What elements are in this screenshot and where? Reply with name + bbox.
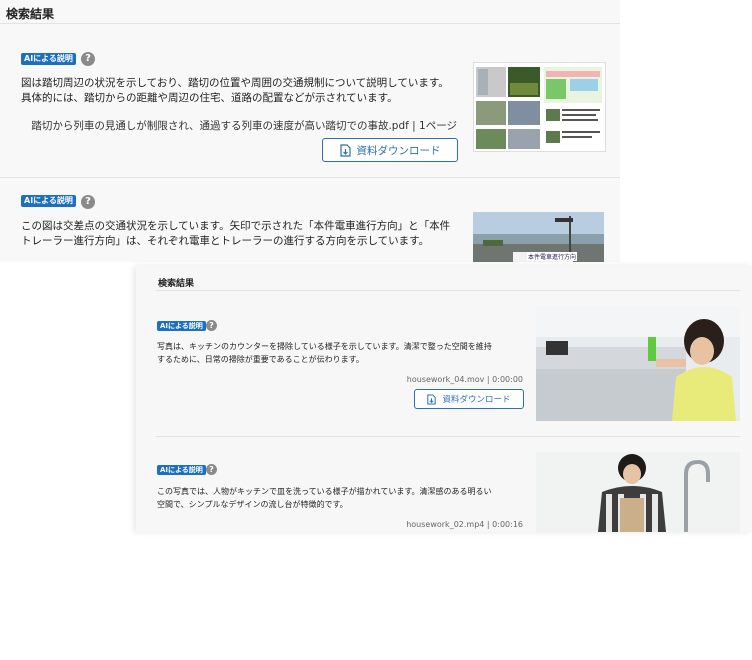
result-file-meta[interactable]: housework_04.mov | 0:00:00: [336, 375, 523, 384]
question-circle-icon[interactable]: ?: [206, 320, 217, 331]
description-line: 図は踏切周辺の状況を示しており、踏切の位置や周囲の交通規制について説明しています…: [21, 77, 449, 89]
divider: [0, 177, 620, 178]
result-file-meta[interactable]: 踏切から列車の見通しが制限され、通過する列車の速度が高い踏切での事故.pdf |…: [20, 118, 457, 133]
search-results-panel-bottom: 検索結果 AIによる説明 ? 写真は、キッチンのカウンターを掃除している様子を示…: [136, 266, 752, 532]
download-button[interactable]: 資料ダウンロード: [322, 138, 458, 162]
description-line: トレーラー進行方向」は、それぞれ電車とトレーラーの進行する方向を示しています。: [21, 235, 430, 247]
video-thumbnail[interactable]: [536, 452, 740, 532]
description-line: するために、日常の掃除が重要であることが伝わります。: [157, 355, 364, 364]
dish-washing-photo: [536, 452, 740, 532]
result-file-meta[interactable]: housework_02.mp4 | 0:00:16: [336, 520, 523, 529]
ai-description-badge: AIによる説明: [157, 465, 206, 475]
document-thumbnail[interactable]: [473, 62, 606, 152]
download-button[interactable]: 資料ダウンロード: [414, 389, 524, 409]
result-description: この図は交差点の交通状況を示しています。矢印で示された「本件電車進行方向」と「本…: [21, 219, 471, 249]
download-file-icon: [339, 143, 351, 157]
result-description: この写真では、人物がキッチンで皿を洗っている様子が描かれています。清潔感のある明…: [157, 485, 527, 511]
description-line: 具体的には、踏切からの距離や周辺の住宅、道路の配置などが示されています。: [21, 92, 398, 104]
panel-title: 検索結果: [6, 7, 55, 21]
video-thumbnail[interactable]: [536, 307, 740, 421]
kitchen-cleaning-photo: [536, 307, 740, 421]
ai-description-badge: AIによる説明: [21, 53, 76, 65]
download-button-label: 資料ダウンロード: [356, 144, 441, 157]
divider: [0, 23, 620, 24]
result-description: 図は踏切周辺の状況を示しており、踏切の位置や周囲の交通規制について説明しています…: [21, 76, 471, 106]
question-circle-icon[interactable]: ?: [206, 464, 217, 475]
ai-description-badge: AIによる説明: [157, 321, 206, 331]
intersection-photo-thumbnail[interactable]: 本件電車進行方向: [473, 212, 604, 262]
panel-title: 検索結果: [158, 279, 195, 289]
question-circle-icon[interactable]: ?: [81, 195, 95, 209]
ai-description-badge: AIによる説明: [21, 195, 76, 207]
description-line: この図は交差点の交通状況を示しています。矢印で示された「本件電車進行方向」と「本…: [21, 220, 451, 232]
result-description: 写真は、キッチンのカウンターを掃除している様子を示しています。清潔で整った空間を…: [157, 340, 527, 366]
thumbnail-caption: 本件電車進行方向: [527, 252, 578, 261]
document-thumbnail-graphic: [476, 67, 602, 149]
download-button-label: 資料ダウンロード: [442, 395, 511, 405]
description-line: この写真では、人物がキッチンで皿を洗っている様子が描かれています。清潔感のある明…: [157, 487, 492, 496]
download-file-icon: [427, 394, 437, 404]
description-line: 写真は、キッチンのカウンターを掃除している様子を示しています。清潔で整った空間を…: [157, 342, 492, 351]
question-circle-icon[interactable]: ?: [81, 52, 95, 66]
divider: [156, 290, 740, 291]
search-results-panel-top: 検索結果 AIによる説明 ? 図は踏切周辺の状況を示しており、踏切の位置や周囲の…: [0, 0, 620, 262]
description-line: 空間で、シンプルなデザインの流し台が特徴的です。: [157, 500, 348, 509]
divider: [156, 436, 740, 437]
